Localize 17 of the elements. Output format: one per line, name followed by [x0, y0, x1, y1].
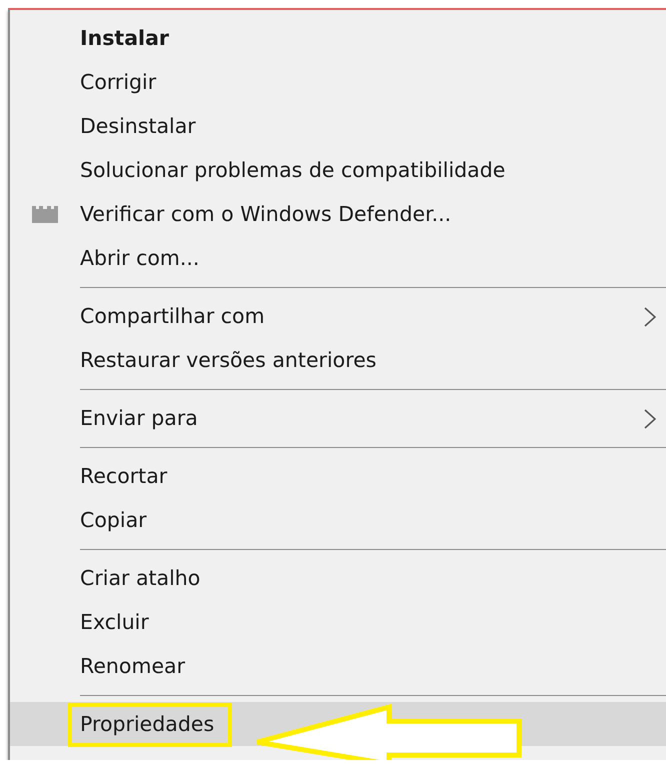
- menu-item[interactable]: Renomear: [10, 644, 666, 688]
- menu-item[interactable]: Corrigir: [10, 60, 666, 104]
- menu-item[interactable]: Desinstalar: [10, 104, 666, 148]
- menu-item[interactable]: Abrir com...: [10, 236, 666, 280]
- menu-item[interactable]: Criar atalho: [10, 556, 666, 600]
- menu-item[interactable]: Excluir: [10, 600, 666, 644]
- menu-item[interactable]: Enviar para: [10, 396, 666, 440]
- shield-icon: [32, 206, 58, 223]
- menu-item[interactable]: Compartilhar com: [10, 294, 666, 338]
- menu-item[interactable]: Copiar: [10, 498, 666, 542]
- menu-item[interactable]: Instalar: [10, 16, 666, 60]
- chevron-right-icon: [644, 307, 656, 327]
- menu-item[interactable]: Solucionar problemas de compatibilidade: [10, 148, 666, 192]
- menu-item[interactable]: Restaurar versões anteriores: [10, 338, 666, 382]
- menu-item[interactable]: Recortar: [10, 454, 666, 498]
- chevron-right-icon: [644, 409, 656, 429]
- menu-item[interactable]: Verificar com o Windows Defender...: [10, 192, 666, 236]
